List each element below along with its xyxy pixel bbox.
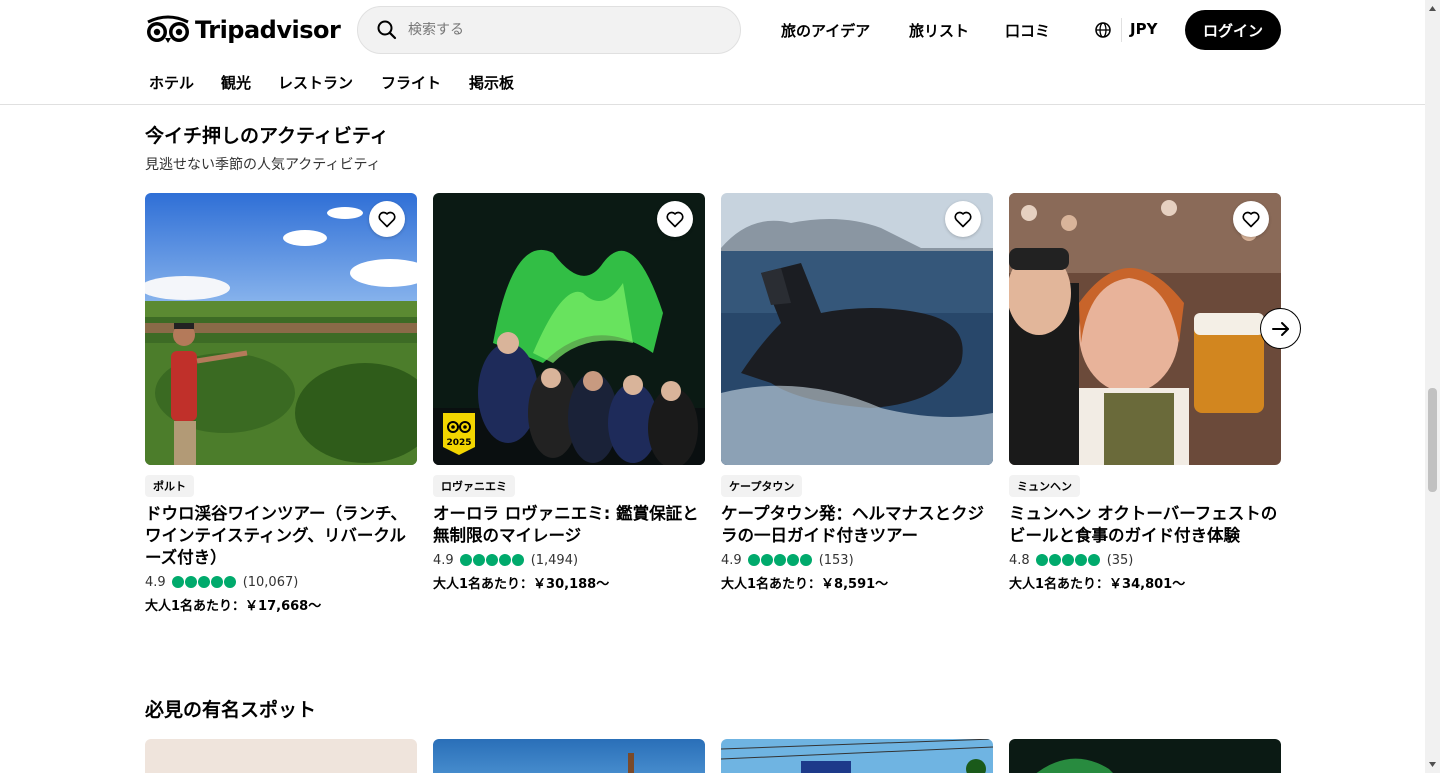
login-button[interactable]: ログイン: [1185, 10, 1281, 50]
spot-image: [628, 753, 634, 773]
activity-title[interactable]: ミュンヘン オクトーバーフェストのビールと食事のガイド付き体験: [1009, 503, 1281, 547]
rating-bubbles: [747, 554, 813, 566]
save-button[interactable]: [657, 201, 693, 237]
arrow-right-icon: [1271, 321, 1289, 336]
price-text: 大人1名あたり：￥8,591〜: [721, 577, 889, 592]
activity-title[interactable]: ドウロ渓谷ワインツアー（ランチ、ワインテイスティング、リバークルーズ付き）: [145, 503, 417, 569]
search-input[interactable]: [408, 22, 708, 38]
globe-icon[interactable]: [1094, 21, 1112, 39]
location-tag[interactable]: ミュンヘン: [1009, 475, 1080, 497]
spot-thumbnail[interactable]: [1009, 739, 1281, 773]
search-bar[interactable]: [357, 6, 741, 54]
activity-title[interactable]: オーロラ ロヴァニエミ: 鑑賞保証と無制限のマイレージ: [433, 503, 705, 547]
search-icon: [377, 20, 397, 40]
rating-bubbles: [1035, 554, 1101, 566]
page-scrollbar[interactable]: [1425, 0, 1440, 773]
scroll-up-icon[interactable]: [1428, 4, 1437, 13]
rating-bubbles: [171, 576, 237, 588]
heart-icon: [378, 211, 396, 228]
heart-icon: [954, 211, 972, 228]
price-text: 大人1名あたり：￥17,668〜: [145, 599, 322, 614]
spot-image: [1036, 758, 1113, 773]
badge-year: 2025: [446, 438, 471, 448]
save-button[interactable]: [1233, 201, 1269, 237]
subnav-hotels[interactable]: ホテル: [149, 72, 194, 93]
price-text: 大人1名あたり：￥30,188〜: [433, 577, 610, 592]
price-text: 大人1名あたり：￥34,801〜: [1009, 577, 1186, 592]
currency-selector[interactable]: JPY: [1130, 20, 1157, 38]
spot-image: [721, 739, 993, 773]
review-count: (10,067): [242, 574, 299, 590]
nav-trips[interactable]: 旅リスト: [909, 20, 969, 41]
activity-card[interactable]: ミュンヘン ミュンヘン オクトーバーフェストのビールと食事のガイド付き体験 4.…: [1009, 193, 1281, 592]
activity-title[interactable]: ケープタウン発：ヘルマナスとクジラの一日ガイド付きツアー: [721, 503, 993, 547]
subnav-sightseeing[interactable]: 観光: [221, 72, 251, 93]
review-count: (35): [1106, 552, 1134, 568]
save-button[interactable]: [369, 201, 405, 237]
carousel-next-button[interactable]: [1260, 308, 1301, 349]
subnav-forums[interactable]: 掲示板: [469, 72, 514, 93]
spot-thumbnail[interactable]: [721, 739, 993, 773]
section-title-spots: 必見の有名スポット: [145, 699, 317, 721]
rating-score: 4.9: [145, 574, 166, 590]
top-header: Tripadvisor 旅のアイデア 旅リスト 口コミ JPY ログイン ホテル…: [0, 0, 1425, 105]
nav-reviews[interactable]: 口コミ: [1005, 20, 1050, 41]
rating-row: 4.9 (10,067): [145, 573, 417, 591]
logo-text: Tripadvisor: [195, 16, 341, 44]
review-count: (153): [818, 552, 854, 568]
rating-score: 4.9: [721, 552, 742, 568]
rating-row: 4.8 (35): [1009, 551, 1281, 569]
location-tag[interactable]: ポルト: [145, 475, 194, 497]
divider: [1121, 18, 1122, 42]
activity-image[interactable]: [721, 193, 993, 465]
activity-image[interactable]: 2025: [433, 193, 705, 465]
rating-score: 4.9: [433, 552, 454, 568]
rating-row: 4.9 (153): [721, 551, 993, 569]
scroll-down-icon[interactable]: [1428, 760, 1437, 769]
owl-logo-icon: [147, 15, 189, 43]
travelers-choice-badge-icon: 2025: [443, 413, 475, 455]
section-title-activities: 今イチ押しのアクティビティ: [145, 125, 389, 147]
location-tag[interactable]: ロヴァニエミ: [433, 475, 515, 497]
rating-bubbles: [459, 554, 525, 566]
tripadvisor-logo[interactable]: Tripadvisor: [145, 14, 341, 46]
location-tag[interactable]: ケープタウン: [721, 475, 803, 497]
nav-travel-ideas[interactable]: 旅のアイデア: [781, 20, 870, 41]
heart-icon: [666, 211, 684, 228]
save-button[interactable]: [945, 201, 981, 237]
scrollbar-thumb[interactable]: [1428, 388, 1437, 492]
spot-thumbnail[interactable]: [433, 739, 705, 773]
rating-score: 4.8: [1009, 552, 1030, 568]
spot-thumbnail[interactable]: [145, 739, 417, 773]
subnav-restaurants[interactable]: レストラン: [278, 72, 353, 93]
section-subtitle-activities: 見逃せない季節の人気アクティビティ: [145, 157, 381, 173]
activity-card[interactable]: 2025 ロヴァニエミ オーロラ ロヴァニエミ: 鑑賞保証と無制限のマイレージ …: [433, 193, 705, 592]
activity-card[interactable]: ケープタウン ケープタウン発：ヘルマナスとクジラの一日ガイド付きツアー 4.9 …: [721, 193, 993, 592]
subnav-flights[interactable]: フライト: [381, 72, 441, 93]
rating-row: 4.9 (1,494): [433, 551, 705, 569]
heart-icon: [1242, 211, 1260, 228]
activity-image[interactable]: [1009, 193, 1281, 465]
activity-image[interactable]: [145, 193, 417, 465]
activity-card[interactable]: ポルト ドウロ渓谷ワインツアー（ランチ、ワインテイスティング、リバークルーズ付き…: [145, 193, 417, 614]
review-count: (1,494): [530, 552, 579, 568]
